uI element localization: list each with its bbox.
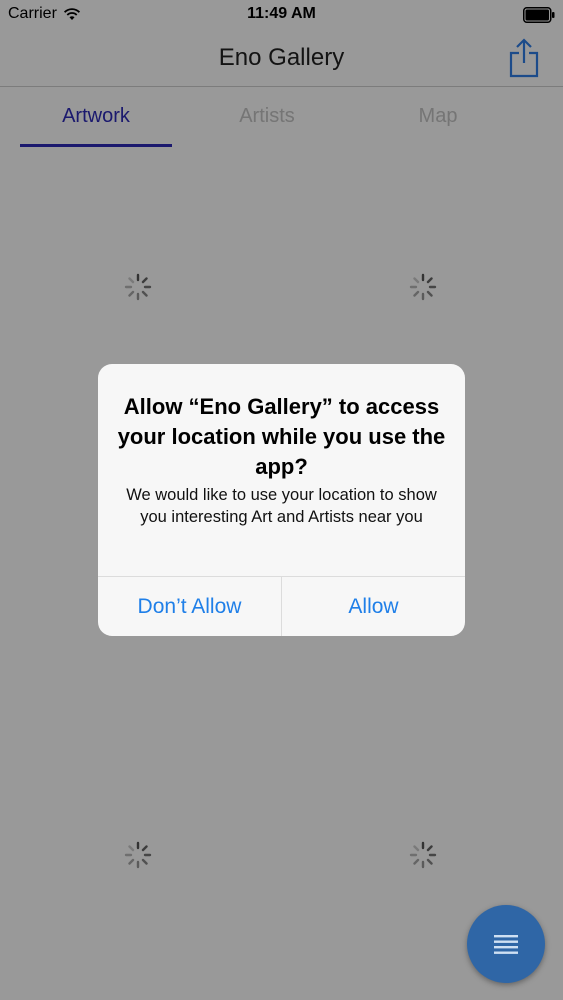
allow-button[interactable]: Allow bbox=[282, 577, 465, 636]
menu-icon bbox=[494, 935, 518, 954]
alert-message: We would like to use your location to sh… bbox=[126, 486, 437, 526]
menu-fab-button[interactable] bbox=[467, 905, 545, 983]
dont-allow-button[interactable]: Don’t Allow bbox=[98, 577, 281, 636]
location-permission-alert: Allow “Eno Gallery” to access your locat… bbox=[98, 364, 465, 636]
alert-title: Allow “Eno Gallery” to access your locat… bbox=[117, 394, 446, 479]
